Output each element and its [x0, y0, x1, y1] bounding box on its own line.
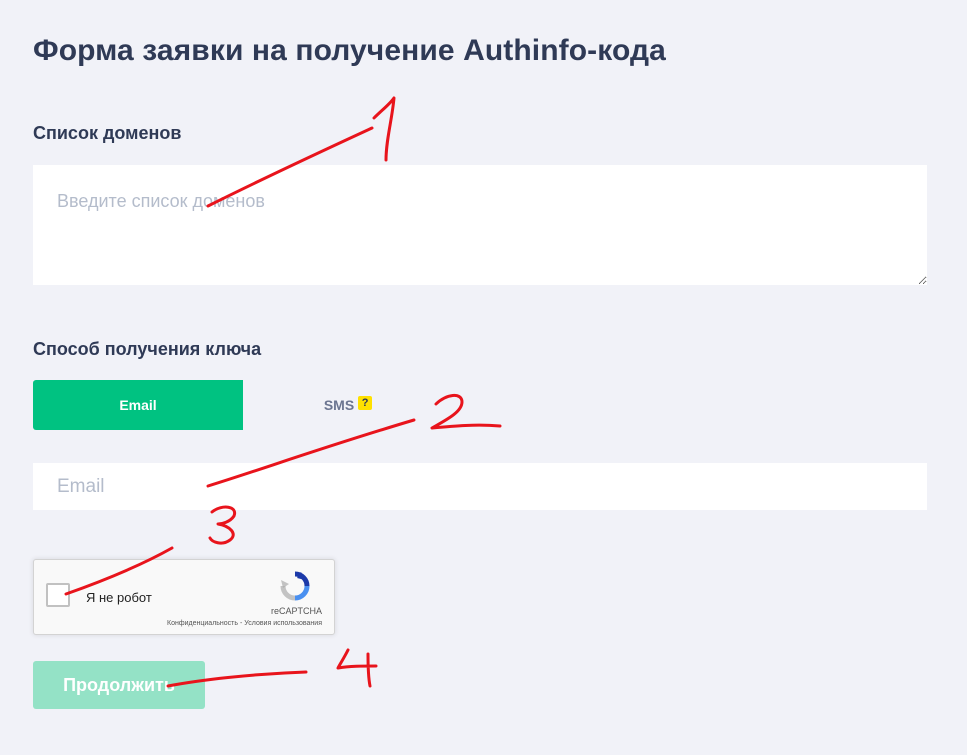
continue-button[interactable]: Продолжить [33, 661, 205, 709]
recaptcha-terms-link[interactable]: Условия использования [244, 620, 322, 627]
authinfo-request-page: Форма заявки на получение Authinfo-кода … [0, 0, 967, 755]
recaptcha-privacy-link[interactable]: Конфиденциальность [167, 620, 238, 627]
delivery-method-label: Способ получения ключа [33, 339, 262, 359]
domains-label: Список доменов [33, 123, 182, 143]
tab-sms[interactable]: SMS ? [243, 380, 453, 430]
domains-textarea[interactable] [33, 165, 927, 285]
recaptcha-links-separator: - [240, 620, 243, 627]
tab-sms-label: SMS [323, 397, 355, 413]
page-title: Форма заявки на получение Authinfo-кода [33, 34, 666, 67]
recaptcha-checkbox-label: Я не робот [86, 590, 152, 605]
sms-help-icon[interactable]: ? [358, 396, 373, 410]
email-input[interactable] [33, 463, 927, 510]
recaptcha-logo-icon [280, 571, 310, 601]
red-annotation-overlay [64, 96, 502, 688]
recaptcha-brand: reCAPTCHA [270, 606, 322, 616]
recaptcha-checkbox[interactable] [46, 583, 70, 607]
recaptcha-widget: Я не робот reCAPTCHA Конфиденциальность … [33, 559, 335, 635]
tab-email-label: Email [119, 397, 157, 413]
recaptcha-links: Конфиденциальность - Условия использован… [167, 620, 322, 627]
tab-email[interactable]: Email [33, 380, 243, 430]
